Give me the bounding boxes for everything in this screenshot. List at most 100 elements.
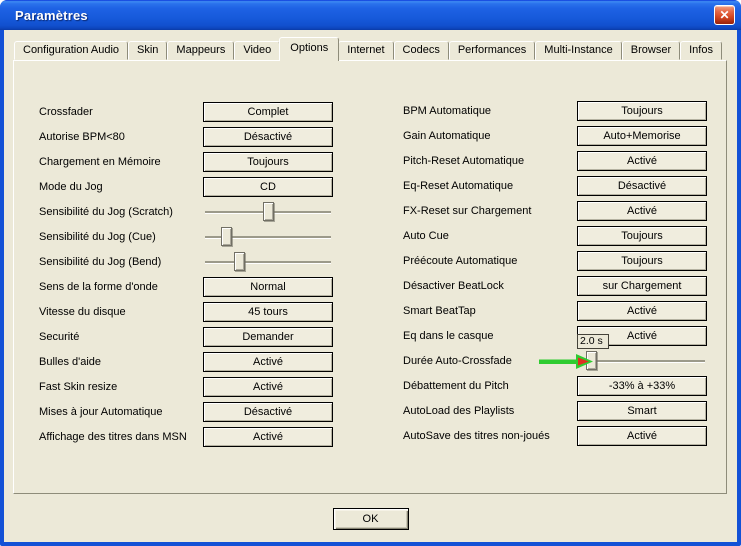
mises-a-jour-value-button[interactable]: Désactivé — [203, 402, 333, 422]
setting-label: Affichage des titres dans MSN — [39, 431, 203, 443]
row-autorise-bpm: Autorise BPM<80 Désactivé — [39, 127, 333, 147]
setting-label: AutoLoad des Playlists — [403, 405, 577, 417]
row-jog-bend: Sensibilité du Jog (Bend) — [39, 252, 333, 272]
row-gain-automatique: Gain Automatique Auto+Memorise — [403, 126, 707, 146]
setting-label: Pitch-Reset Automatique — [403, 155, 577, 167]
crossfade-duration-tooltip: 2.0 s — [577, 334, 609, 349]
setting-label: Sens de la forme d'onde — [39, 281, 203, 293]
pitch-range-value-button[interactable]: -33% à +33% — [577, 376, 707, 396]
setting-label: Autorise BPM<80 — [39, 131, 203, 143]
row-autosave-titres: AutoSave des titres non-joués Activé — [403, 426, 707, 446]
tab-infos[interactable]: Infos — [680, 41, 722, 60]
tab-internet[interactable]: Internet — [338, 41, 393, 60]
eq-reset-value-button[interactable]: Désactivé — [577, 176, 707, 196]
setting-label: Bulles d'aide — [39, 356, 203, 368]
row-jog-cue: Sensibilité du Jog (Cue) — [39, 227, 333, 247]
chargement-memoire-value-button[interactable]: Toujours — [203, 152, 333, 172]
row-autoload-playlists: AutoLoad des Playlists Smart — [403, 401, 707, 421]
setting-label: Sensibilité du Jog (Cue) — [39, 231, 203, 243]
beatlock-value-button[interactable]: sur Chargement — [577, 276, 707, 296]
row-crossfader: Crossfader Complet — [39, 102, 333, 122]
slider-thumb[interactable] — [586, 351, 597, 370]
row-bpm-automatique: BPM Automatique Toujours — [403, 101, 707, 121]
slider-thumb[interactable] — [263, 202, 274, 221]
row-fast-skin-resize: Fast Skin resize Activé — [39, 377, 333, 397]
sens-forme-onde-value-button[interactable]: Normal — [203, 277, 333, 297]
setting-label: Chargement en Mémoire — [39, 156, 203, 168]
setting-label: Mode du Jog — [39, 181, 203, 193]
dialog-body: Configuration Audio Skin Mappeurs Video … — [4, 30, 737, 542]
jog-cue-slider[interactable] — [203, 227, 333, 247]
row-securite: Securité Demander — [39, 327, 333, 347]
setting-label: Durée Auto-Crossfade — [403, 355, 577, 367]
jog-bend-slider[interactable] — [203, 252, 333, 272]
row-bulles-aide: Bulles d'aide Activé — [39, 352, 333, 372]
setting-label: Débattement du Pitch — [403, 380, 577, 392]
row-eq-reset: Eq-Reset Automatique Désactivé — [403, 176, 707, 196]
close-button[interactable]: ✕ — [714, 5, 735, 25]
setting-label: Eq-Reset Automatique — [403, 180, 577, 192]
tab-configuration-audio[interactable]: Configuration Audio — [14, 41, 128, 60]
close-icon: ✕ — [719, 8, 729, 22]
tab-video[interactable]: Video — [234, 41, 280, 60]
setting-label: BPM Automatique — [403, 105, 577, 117]
tab-performances[interactable]: Performances — [449, 41, 535, 60]
title-bar: Paramètres ✕ — [0, 0, 741, 30]
tab-multi-instance[interactable]: Multi-Instance — [535, 41, 621, 60]
fast-skin-resize-value-button[interactable]: Activé — [203, 377, 333, 397]
vitesse-disque-value-button[interactable]: 45 tours — [203, 302, 333, 322]
left-settings-column: Crossfader Complet Autorise BPM<80 Désac… — [39, 102, 333, 452]
crossfader-value-button[interactable]: Complet — [203, 102, 333, 122]
options-tab-page: Crossfader Complet Autorise BPM<80 Désac… — [13, 60, 727, 494]
setting-label: Préécoute Automatique — [403, 255, 577, 267]
autoload-playlists-value-button[interactable]: Smart — [577, 401, 707, 421]
autosave-titres-value-button[interactable]: Activé — [577, 426, 707, 446]
row-jog-scratch: Sensibilité du Jog (Scratch) — [39, 202, 333, 222]
setting-label: Fast Skin resize — [39, 381, 203, 393]
gain-automatique-value-button[interactable]: Auto+Memorise — [577, 126, 707, 146]
row-fx-reset: FX-Reset sur Chargement Activé — [403, 201, 707, 221]
tab-browser[interactable]: Browser — [622, 41, 680, 60]
slider-track[interactable] — [205, 261, 331, 263]
row-titres-msn: Affichage des titres dans MSN Activé — [39, 427, 333, 447]
jog-scratch-slider[interactable] — [203, 202, 333, 222]
setting-label: FX-Reset sur Chargement — [403, 205, 577, 217]
slider-thumb[interactable] — [234, 252, 245, 271]
tab-options[interactable]: Options — [279, 37, 339, 61]
tab-codecs[interactable]: Codecs — [394, 41, 449, 60]
row-vitesse-disque: Vitesse du disque 45 tours — [39, 302, 333, 322]
ok-button[interactable]: OK — [333, 508, 409, 530]
row-mises-a-jour: Mises à jour Automatique Désactivé — [39, 402, 333, 422]
setting-label: Désactiver BeatLock — [403, 280, 577, 292]
autorise-bpm-value-button[interactable]: Désactivé — [203, 127, 333, 147]
setting-label: Eq dans le casque — [403, 330, 577, 342]
slider-thumb[interactable] — [221, 227, 232, 246]
setting-label: Smart BeatTap — [403, 305, 577, 317]
row-preecoute: Préécoute Automatique Toujours — [403, 251, 707, 271]
tab-bar: Configuration Audio Skin Mappeurs Video … — [14, 37, 722, 61]
row-pitch-range: Débattement du Pitch -33% à +33% — [403, 376, 707, 396]
row-mode-jog: Mode du Jog CD — [39, 177, 333, 197]
setting-label: Sensibilité du Jog (Scratch) — [39, 206, 203, 218]
auto-cue-value-button[interactable]: Toujours — [577, 226, 707, 246]
setting-label: Auto Cue — [403, 230, 577, 242]
setting-label: Mises à jour Automatique — [39, 406, 203, 418]
securite-value-button[interactable]: Demander — [203, 327, 333, 347]
titres-msn-value-button[interactable]: Activé — [203, 427, 333, 447]
mode-jog-value-button[interactable]: CD — [203, 177, 333, 197]
tab-skin[interactable]: Skin — [128, 41, 167, 60]
bpm-automatique-value-button[interactable]: Toujours — [577, 101, 707, 121]
row-sens-forme-onde: Sens de la forme d'onde Normal — [39, 277, 333, 297]
preecoute-value-button[interactable]: Toujours — [577, 251, 707, 271]
window-title: Paramètres — [15, 8, 88, 23]
auto-crossfade-slider[interactable]: 2.0 s — [577, 351, 707, 371]
smart-beattap-value-button[interactable]: Activé — [577, 301, 707, 321]
setting-label: AutoSave des titres non-joués — [403, 430, 577, 442]
pitch-reset-value-button[interactable]: Activé — [577, 151, 707, 171]
bulles-aide-value-button[interactable]: Activé — [203, 352, 333, 372]
setting-label: Gain Automatique — [403, 130, 577, 142]
fx-reset-value-button[interactable]: Activé — [577, 201, 707, 221]
row-beatlock: Désactiver BeatLock sur Chargement — [403, 276, 707, 296]
tab-mappeurs[interactable]: Mappeurs — [167, 41, 234, 60]
slider-track[interactable] — [579, 360, 705, 362]
